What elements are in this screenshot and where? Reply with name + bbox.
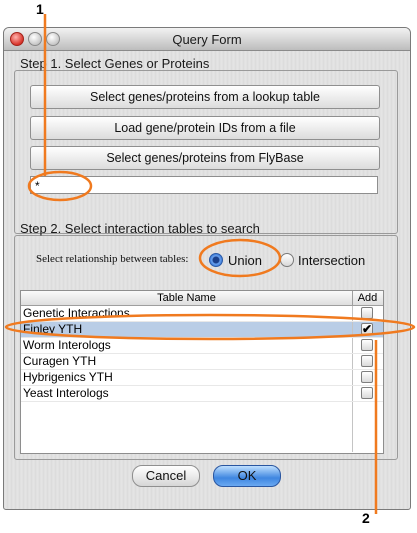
intersection-radio[interactable] [280, 253, 294, 267]
callout-number-1: 1 [36, 1, 44, 17]
add-checkbox[interactable] [361, 307, 373, 319]
column-divider [352, 370, 353, 385]
column-divider [352, 322, 353, 337]
table-row[interactable]: Hybrigenics YTH [21, 370, 383, 386]
gene-id-input[interactable]: * [30, 176, 378, 194]
add-checkbox[interactable] [361, 339, 373, 351]
query-form-window: Query Form Step 1. Select Genes or Prote… [3, 27, 411, 510]
column-divider [352, 306, 353, 321]
table-name-cell: Finley YTH [23, 322, 83, 336]
table-name-cell: Curagen YTH [23, 354, 97, 368]
add-checkbox[interactable] [361, 387, 373, 399]
table-name-cell: Genetic Interactions [23, 306, 130, 320]
callout-number-2: 2 [362, 510, 370, 526]
column-header-add[interactable]: Add [352, 291, 383, 305]
add-checkbox[interactable] [361, 371, 373, 383]
union-radio[interactable] [209, 253, 223, 267]
table-row[interactable]: Genetic Interactions [21, 306, 383, 322]
table-row[interactable]: Worm Interologs [21, 338, 383, 354]
select-from-flybase-button[interactable]: Select genes/proteins from FlyBase [30, 146, 380, 170]
union-label[interactable]: Union [228, 253, 262, 268]
table-name-cell: Hybrigenics YTH [23, 370, 113, 384]
column-divider [352, 354, 353, 369]
table-name-cell: Worm Interologs [23, 338, 111, 352]
step1-title: Step 1. Select Genes or Proteins [20, 56, 210, 71]
column-divider [352, 386, 353, 401]
title-bar: Query Form [4, 28, 410, 51]
load-ids-from-file-button[interactable]: Load gene/protein IDs from a file [30, 116, 380, 140]
add-checkbox[interactable] [361, 355, 373, 367]
cancel-button[interactable]: Cancel [132, 465, 200, 487]
column-divider [352, 338, 353, 353]
relationship-label: Select relationship between tables: [36, 253, 189, 265]
table-row-selected[interactable]: Finley YTH ✔ [21, 322, 383, 338]
step2-title: Step 2. Select interaction tables to sea… [20, 221, 260, 236]
add-checkbox-checked[interactable]: ✔ [361, 323, 373, 335]
table-row[interactable]: Curagen YTH [21, 354, 383, 370]
select-lookup-table-button[interactable]: Select genes/proteins from a lookup tabl… [30, 85, 380, 109]
table-header: Table Name Add [21, 291, 383, 306]
window-title: Query Form [172, 32, 242, 47]
table-row[interactable]: Yeast Interologs [21, 386, 383, 402]
column-divider-empty [352, 402, 353, 452]
interaction-tables-table: Table Name Add Genetic Interactions Finl… [20, 290, 384, 454]
column-header-table-name[interactable]: Table Name [21, 291, 353, 305]
ok-button[interactable]: OK [213, 465, 281, 487]
intersection-label[interactable]: Intersection [298, 253, 365, 268]
table-name-cell: Yeast Interologs [23, 386, 109, 400]
